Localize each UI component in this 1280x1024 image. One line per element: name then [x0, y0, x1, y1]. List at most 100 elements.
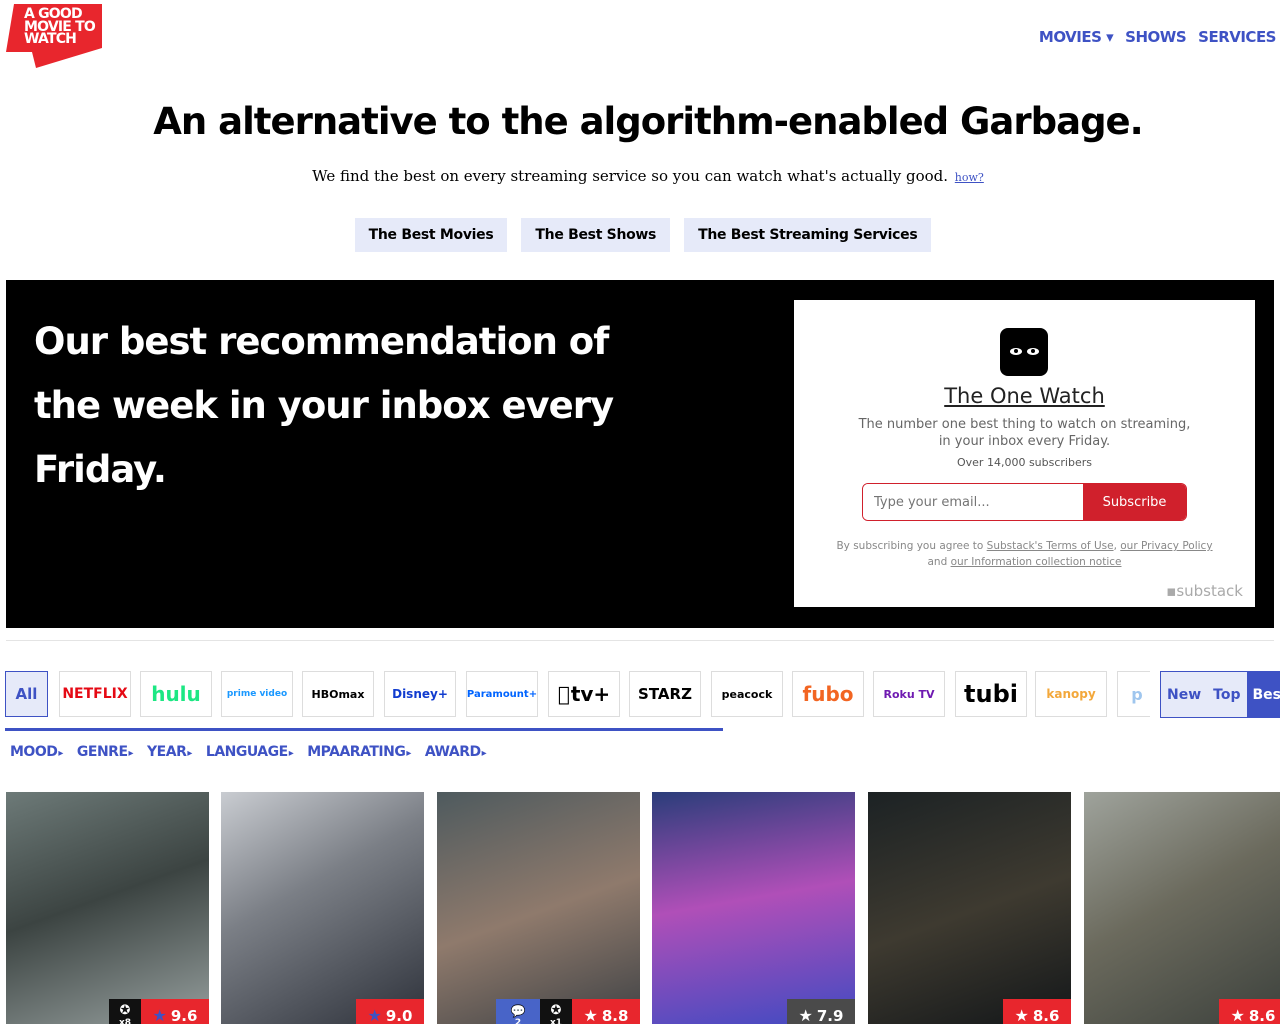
sort-new[interactable]: New	[1161, 672, 1207, 717]
star-icon: ★	[1014, 1006, 1029, 1024]
service-label: p	[1131, 684, 1143, 704]
subscribe-form: Subscribe	[862, 483, 1187, 521]
email-input[interactable]	[863, 484, 1083, 520]
sort-top[interactable]: Top	[1207, 672, 1246, 717]
service-label: STARZ	[638, 685, 692, 703]
comment-icon: 💬	[510, 1003, 526, 1018]
filter-genre[interactable]: GENRE	[77, 744, 133, 760]
substack-brand[interactable]: ▪substack	[1166, 582, 1243, 600]
movie-poster[interactable]	[652, 792, 855, 1024]
service-starz[interactable]: STARZ	[629, 671, 701, 717]
legal-text: and	[927, 556, 951, 568]
service-label: Paramount+	[466, 688, 538, 700]
subscriber-count: Over 14,000 subscribers	[957, 456, 1092, 469]
substack-icon: ▪	[1166, 582, 1177, 600]
apple-icon: 	[558, 682, 570, 706]
movie-poster[interactable]	[221, 792, 424, 1024]
service-disney[interactable]: Disney+	[384, 671, 456, 717]
award-badge: ✪ x8	[109, 999, 141, 1024]
tagline-text: We find the best on every streaming serv…	[312, 167, 949, 185]
award-icon: ✪	[119, 1003, 131, 1018]
service-label: tv+	[564, 682, 610, 706]
service-label: NETFLIX	[62, 686, 128, 702]
service-fubo[interactable]: fubo	[792, 671, 864, 717]
service-filter-row: All NETFLIX hulu prime video HBOmax Disney+ Pa…	[5, 671, 1150, 719]
service-label: All	[15, 685, 38, 703]
service-label: prime video	[226, 689, 288, 699]
service-peacock[interactable]: peacock	[711, 671, 783, 717]
rating-badge: ★ 9.6	[141, 999, 209, 1024]
service-paramount[interactable]: Paramount+	[466, 671, 538, 717]
privacy-link[interactable]: our Privacy Policy	[1120, 540, 1212, 552]
service-tubi[interactable]: tubi	[955, 671, 1027, 717]
service-hulu[interactable]: hulu	[140, 671, 212, 717]
nav-shows[interactable]: SHOWS	[1125, 28, 1186, 46]
newsletter-title[interactable]: The One Watch	[794, 384, 1255, 408]
service-p[interactable]: p	[1117, 671, 1150, 717]
cta-row: The Best Movies The Best Shows The Best …	[0, 218, 1280, 252]
service-label: tubi	[964, 680, 1018, 708]
award-count: x8	[118, 1018, 132, 1024]
comment-count: 2	[514, 1017, 522, 1024]
service-label: kanopy	[1046, 687, 1096, 701]
comment-badge[interactable]: 💬 2	[496, 999, 540, 1024]
service-tv[interactable]: tv+	[548, 671, 620, 717]
filter-language[interactable]: LANGUAGE	[206, 744, 293, 760]
eye-icon	[1010, 348, 1022, 355]
page-headline: An alternative to the algorithm-enabled …	[153, 100, 1143, 143]
best-services-button[interactable]: The Best Streaming Services	[684, 218, 932, 252]
filter-award[interactable]: AWARD	[425, 744, 486, 760]
movie-poster[interactable]	[1084, 792, 1280, 1024]
movie-card[interactable]: ★ 9.0	[221, 792, 424, 1024]
service-prime-video[interactable]: prime video	[221, 671, 293, 717]
sort-toggle: New Top Best	[1160, 671, 1280, 718]
service-all[interactable]: All	[5, 671, 48, 717]
filter-mood[interactable]: MOOD	[10, 744, 63, 760]
newsletter-logo-icon	[1000, 328, 1048, 376]
filter-year[interactable]: YEAR	[147, 744, 192, 760]
award-icon: ✪	[550, 1003, 562, 1018]
rating-value: 8.8	[601, 1006, 629, 1024]
movie-card[interactable]: ★ 8.6	[868, 792, 1071, 1024]
subscribe-button[interactable]: Subscribe	[1083, 484, 1186, 520]
movie-card[interactable]: ★ 7.9	[652, 792, 855, 1024]
terms-link[interactable]: Substack's Terms of Use	[987, 540, 1114, 552]
newsletter-description: The number one best thing to watch on st…	[858, 417, 1191, 449]
movie-card[interactable]: ★ 8.8 ✪ x1 💬 2	[437, 792, 640, 1024]
filter-bar: MOOD GENRE YEAR LANGUAGE MPAARATING AWAR…	[10, 744, 486, 760]
star-icon: ★	[583, 1006, 598, 1024]
main-nav: MOVIES ▾ SHOWS SERVICES	[1039, 28, 1277, 46]
logo-text: A GOOD MOVIE TO WATCH	[24, 6, 96, 47]
substack-brand-text: substack	[1176, 582, 1243, 600]
info-notice-link[interactable]: our Information collection notice	[951, 556, 1122, 568]
rating-value: 7.9	[816, 1006, 844, 1024]
substack-embed: The One Watch The number one best thing …	[794, 300, 1255, 607]
best-shows-button[interactable]: The Best Shows	[521, 218, 671, 252]
how-link[interactable]: how?	[955, 171, 984, 184]
service-netflix[interactable]: NETFLIX	[59, 671, 131, 717]
nav-services[interactable]: SERVICES	[1198, 28, 1276, 46]
rating-value: 8.6	[1032, 1006, 1060, 1024]
movie-poster[interactable]	[6, 792, 209, 1024]
service-kanopy[interactable]: kanopy	[1035, 671, 1107, 717]
site-logo[interactable]: A GOOD MOVIE TO WATCH	[6, 4, 102, 68]
newsletter-heading: Our best recommendation of the week in y…	[34, 320, 614, 491]
movie-card[interactable]: ★ 8.6	[1084, 792, 1280, 1024]
divider	[6, 640, 1274, 641]
star-icon: ★	[1230, 1006, 1245, 1024]
filter-mpaa-rating[interactable]: MPAARATING	[307, 744, 411, 760]
nav-movies[interactable]: MOVIES ▾	[1039, 28, 1114, 46]
best-movies-button[interactable]: The Best Movies	[354, 218, 508, 252]
rating-value: 9.6	[170, 1006, 198, 1024]
service-roku-tv[interactable]: Roku TV	[873, 671, 945, 717]
service-hbomax[interactable]: HBOmax	[302, 671, 374, 717]
movie-card[interactable]: ★ 9.6 ✪ x8	[6, 792, 209, 1024]
movie-poster[interactable]	[868, 792, 1071, 1024]
rating-badge: ★ 7.9	[787, 999, 855, 1024]
rating-value: 9.0	[385, 1006, 413, 1024]
rating-badge: ★ 8.6	[1003, 999, 1071, 1024]
movie-poster[interactable]	[437, 792, 640, 1024]
rating-badge: ★ 9.0	[356, 999, 424, 1024]
service-label: hulu	[151, 682, 201, 706]
sort-best[interactable]: Best	[1246, 672, 1280, 717]
